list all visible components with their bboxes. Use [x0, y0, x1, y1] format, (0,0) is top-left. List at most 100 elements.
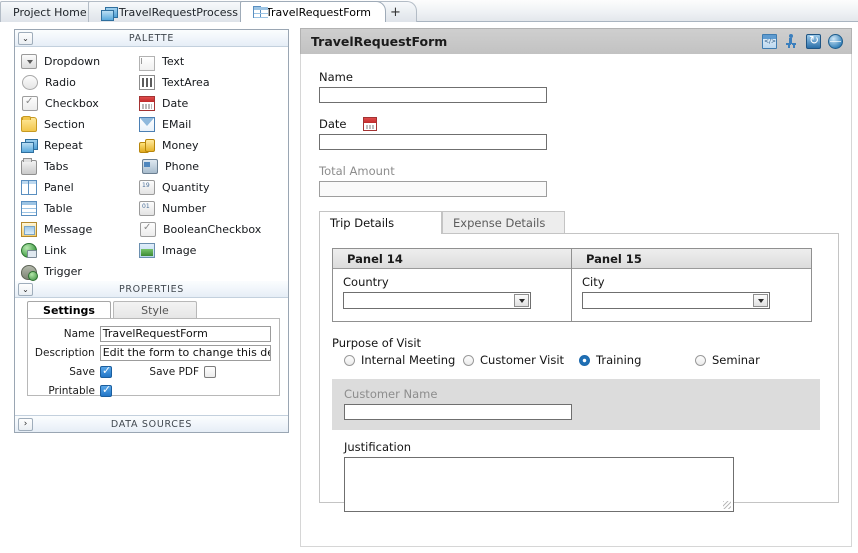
panel-14: Panel 14 Country — [332, 248, 572, 322]
radio-training[interactable]: Training — [579, 353, 695, 367]
palette-item-panel[interactable]: Panel — [15, 177, 133, 198]
form-toolbar — [762, 33, 843, 49]
radio-icon[interactable] — [463, 354, 474, 366]
palette-item-textarea[interactable]: TextArea — [133, 72, 288, 93]
tab-expense-details[interactable]: Expense Details — [442, 211, 565, 234]
radio-icon[interactable] — [344, 354, 355, 366]
palette-item-label: Dropdown — [44, 55, 101, 68]
description-field[interactable]: Edit the form to change this description — [99, 344, 271, 361]
palette-item-label: Image — [162, 244, 197, 257]
tab-travelrequestform[interactable]: TravelRequestForm — [240, 1, 386, 22]
customer-name-input[interactable] — [344, 404, 572, 420]
palette-item-booleancheckbox[interactable]: BooleanCheckbox — [133, 219, 288, 240]
radio-icon[interactable] — [695, 354, 706, 366]
trip-details-pane: Panel 14 Country Panel 15 City Purpose o… — [319, 233, 839, 512]
radio-internal-meeting[interactable]: Internal Meeting — [332, 353, 463, 367]
palette-item-repeat[interactable]: Repeat — [15, 135, 133, 156]
left-panel: ⌄ PALETTE Dropdown Radio Checkbox — [14, 29, 289, 433]
name-input[interactable] — [319, 87, 547, 103]
repeat-icon — [21, 138, 38, 153]
field-group-name: Name — [319, 70, 851, 103]
form-header: TravelRequestForm — [300, 28, 852, 54]
palette-collapse-button[interactable]: ⌄ — [18, 32, 33, 45]
image-icon — [139, 243, 155, 258]
justification-textarea[interactable] — [344, 457, 734, 512]
calendar-icon[interactable] — [362, 117, 377, 131]
palette-item-tabs[interactable]: Tabs — [15, 156, 133, 177]
palette-item-date[interactable]: Date — [133, 93, 288, 114]
palette-item-label: Text — [162, 55, 185, 68]
palette-item-message[interactable]: Message — [15, 219, 133, 240]
radio-label: Internal Meeting — [361, 353, 456, 367]
globe-preview-icon[interactable] — [828, 34, 843, 49]
chevron-down-icon[interactable] — [514, 294, 529, 307]
tab-label: TravelRequestForm — [265, 5, 371, 19]
city-select[interactable] — [582, 292, 770, 309]
total-amount-label: Total Amount — [319, 164, 395, 178]
link-icon — [21, 243, 37, 258]
message-icon — [21, 222, 37, 237]
source-view-icon[interactable] — [762, 34, 777, 49]
palette-item-section[interactable]: Section — [15, 114, 133, 135]
palette-item-table[interactable]: Table — [15, 198, 133, 219]
text-icon — [139, 55, 155, 71]
radio-seminar[interactable]: Seminar — [695, 353, 760, 367]
tab-travelrequestprocess[interactable]: TravelRequestProcess — [88, 1, 253, 22]
section-folder-icon — [21, 116, 37, 132]
palette-item-label: Checkbox — [45, 97, 99, 110]
palette-item-dropdown[interactable]: Dropdown — [15, 51, 133, 72]
customer-name-section: Customer Name — [332, 379, 820, 430]
tab-label: Style — [141, 303, 169, 317]
data-sources-expand-button[interactable]: › — [18, 418, 33, 431]
trigger-icon — [21, 264, 38, 281]
radio-label: Customer Visit — [480, 353, 565, 367]
palette-item-label: Radio — [45, 76, 76, 89]
palette-item-radio[interactable]: Radio — [15, 72, 133, 93]
tab-trip-details[interactable]: Trip Details — [319, 211, 442, 234]
tab-style[interactable]: Style — [113, 301, 197, 318]
palette-item-money[interactable]: Money — [133, 135, 288, 156]
data-sources-header[interactable]: › DATA SOURCES — [15, 415, 288, 432]
panel-15: Panel 15 City — [572, 248, 812, 322]
justification-label: Justification — [344, 440, 412, 454]
properties-collapse-button[interactable]: ⌄ — [18, 283, 33, 296]
palette-item-image[interactable]: Image — [133, 240, 288, 261]
name-field[interactable]: TravelRequestForm — [99, 325, 271, 342]
properties-body: Settings Style Name TravelRequestForm De… — [15, 298, 288, 397]
refresh-icon[interactable] — [806, 33, 821, 49]
palette-item-link[interactable]: Link — [15, 240, 133, 261]
palette-item-text[interactable]: Text — [133, 51, 288, 72]
tab-settings[interactable]: Settings — [27, 301, 111, 318]
run-icon[interactable] — [784, 34, 799, 49]
editor-tab-strip: Project Home TravelRequestProcess Travel… — [0, 0, 858, 22]
chevron-down-icon: ⌄ — [22, 284, 29, 294]
save-pdf-checkbox[interactable] — [204, 365, 216, 378]
number-icon — [139, 201, 155, 216]
palette-item-number[interactable]: Number — [133, 198, 288, 219]
booleancheckbox-icon — [140, 222, 156, 237]
palette-header: ⌄ PALETTE — [15, 30, 288, 47]
save-checkbox[interactable] — [100, 364, 112, 378]
palette-item-email[interactable]: EMail — [133, 114, 288, 135]
properties-tab-bar: Settings Style — [15, 298, 288, 318]
country-label: Country — [343, 275, 389, 289]
palette-item-label: Panel — [44, 181, 74, 194]
date-input[interactable] — [319, 134, 547, 150]
printable-checkbox[interactable] — [100, 383, 112, 397]
radio-customer-visit[interactable]: Customer Visit — [463, 353, 579, 367]
form-body: Name Date Total Amount Trip Details Expe — [300, 54, 852, 547]
palette-item-trigger[interactable]: Trigger — [15, 261, 133, 282]
palette-item-checkbox[interactable]: Checkbox — [15, 93, 133, 114]
palette-item-label: EMail — [162, 118, 192, 131]
process-icon — [101, 6, 118, 21]
palette-item-quantity[interactable]: Quantity — [133, 177, 288, 198]
palette-item-phone[interactable]: Phone — [133, 156, 288, 177]
tab-label: TravelRequestProcess — [118, 5, 238, 19]
money-icon — [139, 138, 155, 153]
radio-selected-icon[interactable] — [579, 354, 590, 366]
panel-icon — [21, 180, 37, 195]
dropdown-icon — [21, 54, 37, 69]
country-select[interactable] — [343, 292, 531, 309]
total-amount-input[interactable] — [319, 181, 547, 197]
chevron-down-icon[interactable] — [753, 294, 768, 307]
